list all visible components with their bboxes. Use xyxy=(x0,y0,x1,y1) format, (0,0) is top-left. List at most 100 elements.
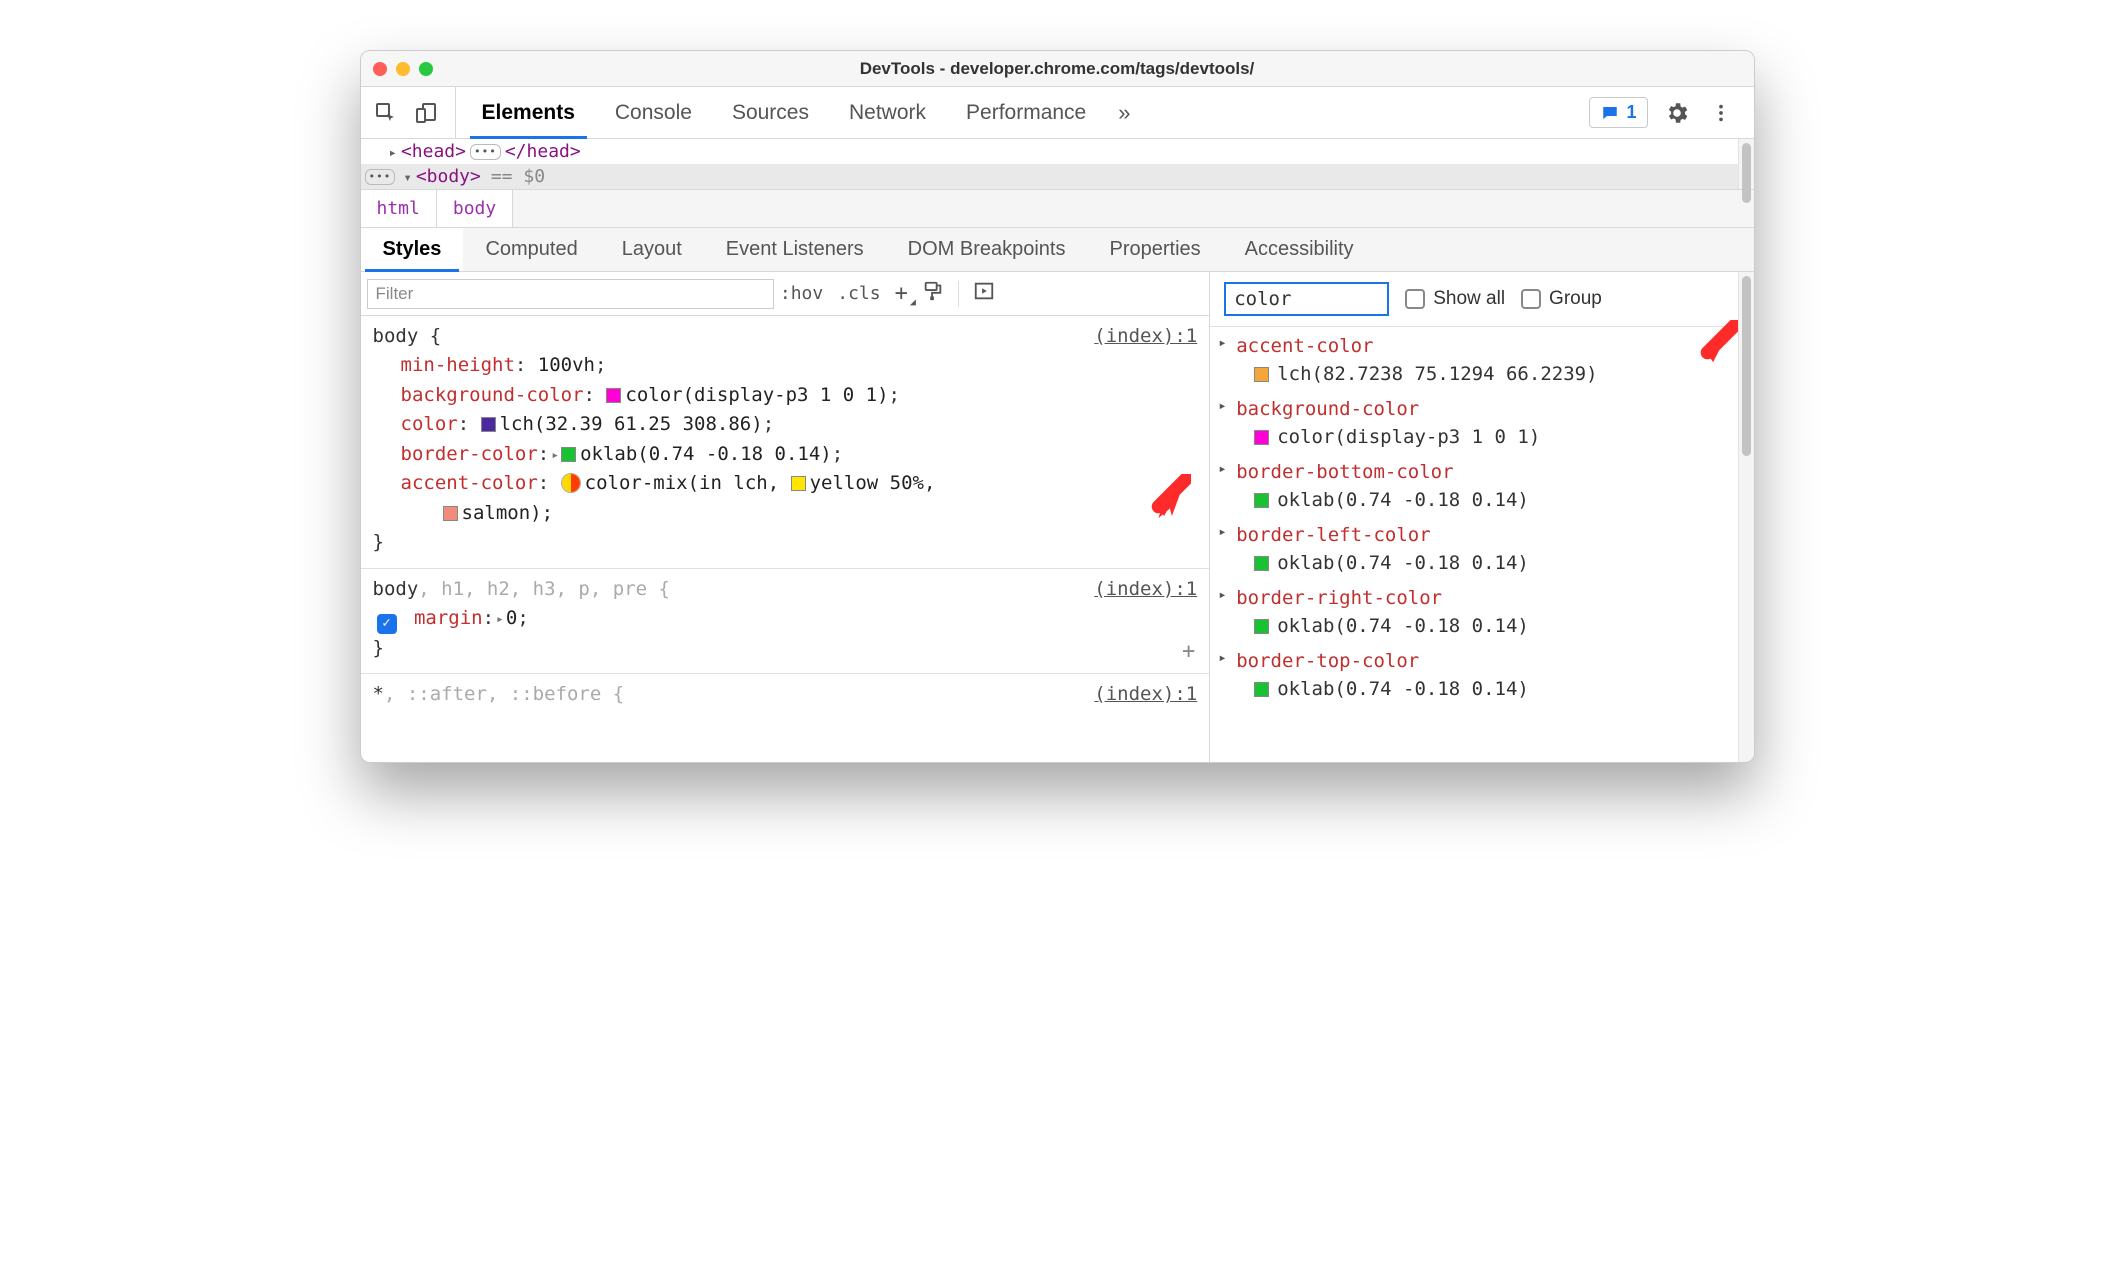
dom-node-body[interactable]: ••• <body> == $0 xyxy=(361,164,1754,189)
styles-computed-panes: Filter :hov .cls +◢ (index):1 bod xyxy=(361,272,1754,762)
subtab-event-listeners[interactable]: Event Listeners xyxy=(704,228,886,271)
prop-value[interactable]: yellow xyxy=(810,472,879,494)
property-enabled-checkbox[interactable]: ✓ xyxy=(377,614,397,634)
hov-button[interactable]: :hov xyxy=(780,283,823,304)
computed-name: border-left-color xyxy=(1236,522,1745,550)
computed-item[interactable]: border-left-color oklab(0.74 -0.18 0.14) xyxy=(1218,520,1745,583)
elements-sub-tabs: Styles Computed Layout Event Listeners D… xyxy=(361,228,1754,272)
color-swatch[interactable] xyxy=(1254,493,1269,508)
rule-close: } xyxy=(373,528,1198,557)
settings-icon[interactable] xyxy=(1662,98,1692,128)
dom-tree: <head> ••• </head> ••• <body> == $0 xyxy=(361,139,1754,189)
source-link[interactable]: (index):1 xyxy=(1094,575,1197,604)
color-swatch[interactable] xyxy=(1254,682,1269,697)
subtab-styles[interactable]: Styles xyxy=(361,228,464,271)
ellipsis-badge[interactable]: ••• xyxy=(365,169,396,185)
expand-triangle-icon[interactable]: ▸ xyxy=(551,446,559,466)
expand-icon[interactable] xyxy=(389,141,397,162)
maximize-window-button[interactable] xyxy=(419,62,433,76)
prop-value[interactable]: color(display-p3 1 0 1) xyxy=(625,384,888,406)
scrollbar[interactable] xyxy=(1738,139,1754,189)
computed-value: color(display-p3 1 0 1) xyxy=(1277,424,1540,452)
css-rule-universal[interactable]: (index):1 *, ::after, ::before { xyxy=(361,674,1210,719)
computed-item[interactable]: border-right-color oklab(0.74 -0.18 0.14… xyxy=(1218,583,1745,646)
prop-name[interactable]: border-color xyxy=(401,443,538,465)
selector-gray: , ::after, ::before { xyxy=(384,683,624,705)
prop-value[interactable]: lch(32.39 61.25 308.86) xyxy=(500,413,763,435)
prop-value[interactable]: 0 xyxy=(506,607,517,629)
computed-name: border-bottom-color xyxy=(1236,459,1745,487)
tab-network[interactable]: Network xyxy=(829,87,946,138)
breadcrumb-html[interactable]: html xyxy=(361,190,437,227)
source-link[interactable]: (index):1 xyxy=(1094,680,1197,709)
checkbox-icon xyxy=(1405,289,1425,309)
rule-close: } xyxy=(373,634,1198,663)
prop-value[interactable]: color-mix(in lch, xyxy=(585,472,791,494)
ellipsis-badge[interactable]: ••• xyxy=(470,144,501,160)
kebab-menu-icon[interactable] xyxy=(1706,98,1736,128)
expand-triangle-icon[interactable]: ▸ xyxy=(496,610,504,630)
inspect-element-icon[interactable] xyxy=(371,98,401,128)
color-swatch[interactable] xyxy=(561,447,576,462)
color-swatch[interactable] xyxy=(1254,430,1269,445)
prop-name[interactable]: color xyxy=(401,413,458,435)
tab-performance[interactable]: Performance xyxy=(946,87,1106,138)
color-swatch[interactable] xyxy=(1254,619,1269,634)
prop-value[interactable]: oklab(0.74 -0.18 0.14) xyxy=(580,443,832,465)
minimize-window-button[interactable] xyxy=(396,62,410,76)
tab-sources[interactable]: Sources xyxy=(712,87,829,138)
styles-filter-input[interactable]: Filter xyxy=(367,279,774,309)
devtools-window: DevTools - developer.chrome.com/tags/dev… xyxy=(360,50,1755,763)
source-link[interactable]: (index):1 xyxy=(1094,322,1197,351)
computed-name: accent-color xyxy=(1236,333,1745,361)
computed-name: border-top-color xyxy=(1236,648,1745,676)
css-rule-body[interactable]: (index):1 body { min-height: 100vh; back… xyxy=(361,316,1210,569)
prop-name[interactable]: accent-color xyxy=(401,472,538,494)
css-rule-reset[interactable]: (index):1 body, h1, h2, h3, p, pre { ✓ m… xyxy=(361,569,1210,675)
add-property-button[interactable]: + xyxy=(1182,635,1195,669)
paint-icon[interactable] xyxy=(922,280,944,307)
checkbox-label: Group xyxy=(1549,288,1602,310)
close-window-button[interactable] xyxy=(373,62,387,76)
breadcrumb-body[interactable]: body xyxy=(437,190,513,227)
prop-name[interactable]: margin xyxy=(414,607,483,629)
prop-name[interactable]: background-color xyxy=(401,384,584,406)
device-toolbar-icon[interactable] xyxy=(411,98,441,128)
group-checkbox[interactable]: Group xyxy=(1521,288,1602,310)
expand-icon[interactable] xyxy=(403,166,411,187)
computed-item[interactable]: border-top-color oklab(0.74 -0.18 0.14) xyxy=(1218,646,1745,709)
issues-badge[interactable]: 1 xyxy=(1589,97,1647,128)
subtab-accessibility[interactable]: Accessibility xyxy=(1223,228,1376,271)
subtab-layout[interactable]: Layout xyxy=(600,228,704,271)
computed-name: border-right-color xyxy=(1236,585,1745,613)
computed-value: oklab(0.74 -0.18 0.14) xyxy=(1277,487,1529,515)
subtab-dom-breakpoints[interactable]: DOM Breakpoints xyxy=(886,228,1088,271)
computed-item[interactable]: border-bottom-color oklab(0.74 -0.18 0.1… xyxy=(1218,457,1745,520)
tab-console[interactable]: Console xyxy=(595,87,712,138)
show-all-checkbox[interactable]: Show all xyxy=(1405,288,1505,310)
subtab-properties[interactable]: Properties xyxy=(1087,228,1222,271)
color-swatch[interactable] xyxy=(481,417,496,432)
color-swatch[interactable] xyxy=(791,476,806,491)
cls-button[interactable]: .cls xyxy=(837,283,880,304)
tab-elements[interactable]: Elements xyxy=(462,87,595,138)
color-swatch[interactable] xyxy=(443,506,458,521)
prop-value[interactable]: 100vh xyxy=(538,354,595,376)
color-swatch[interactable] xyxy=(606,388,621,403)
subtab-computed[interactable]: Computed xyxy=(463,228,599,271)
computed-filter-input[interactable] xyxy=(1224,282,1389,316)
color-swatch[interactable] xyxy=(1254,556,1269,571)
color-swatch[interactable] xyxy=(1254,367,1269,382)
new-style-rule-button[interactable]: +◢ xyxy=(895,281,908,306)
color-mix-swatch[interactable] xyxy=(561,473,581,493)
scrollbar[interactable] xyxy=(1738,272,1754,762)
computed-list: accent-color lch(82.7238 75.1294 66.2239… xyxy=(1210,327,1753,714)
computed-item[interactable]: background-color color(display-p3 1 0 1) xyxy=(1218,394,1745,457)
prop-value: 50%, xyxy=(878,472,935,494)
prop-value[interactable]: salmon xyxy=(462,502,531,524)
dom-node-head[interactable]: <head> ••• </head> xyxy=(361,139,1754,164)
tabs-overflow-button[interactable]: » xyxy=(1106,87,1142,138)
computed-toggle-icon[interactable] xyxy=(973,280,995,307)
prop-name[interactable]: min-height xyxy=(401,354,515,376)
computed-item[interactable]: accent-color lch(82.7238 75.1294 66.2239… xyxy=(1218,331,1745,394)
